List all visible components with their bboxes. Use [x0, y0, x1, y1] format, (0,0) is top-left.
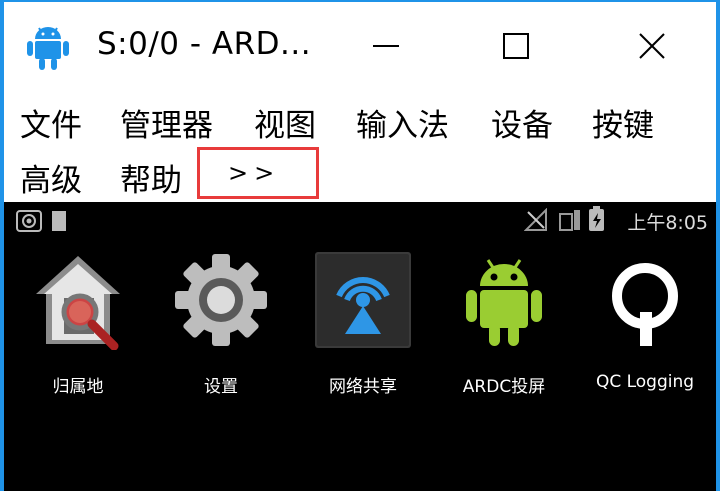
app-label-guishudi: 归属地	[52, 377, 104, 397]
house-magnifier-icon	[36, 256, 120, 351]
menu-file[interactable]: 文件	[20, 100, 82, 145]
app-label-tethering: 网络共享	[329, 377, 397, 397]
app-guishudi[interactable]: 归属地	[13, 250, 143, 397]
menu-bar: 文件 管理器 视图 输入法 设备 按键 高级 帮助 >>	[4, 92, 716, 202]
gear-icon	[175, 254, 267, 346]
app-tethering[interactable]: 网络共享	[298, 250, 428, 397]
menu-keys[interactable]: 按键	[592, 100, 654, 145]
signal-off-icon	[524, 208, 547, 231]
menu-more-button[interactable]: >>	[197, 147, 319, 199]
app-settings[interactable]: 设置	[156, 250, 286, 397]
close-button[interactable]	[622, 16, 682, 76]
menu-view[interactable]: 视图	[254, 100, 316, 145]
minimize-icon	[373, 45, 399, 47]
android-icon	[466, 259, 542, 346]
usb-debug-icon	[16, 210, 42, 232]
title-bar: S:0/0 - ARD...	[4, 2, 716, 92]
android-app-icon	[27, 27, 69, 70]
menu-manager[interactable]: 管理器	[120, 100, 213, 145]
app-label-settings: 设置	[204, 377, 238, 397]
window-title: S:0/0 - ARD...	[97, 26, 312, 62]
menu-help[interactable]: 帮助	[120, 155, 182, 200]
app-qc-logging[interactable]: QC Logging	[580, 250, 710, 392]
qc-logo-icon	[612, 263, 678, 346]
device-screen[interactable]: 上午8:05 归属地 设置 网络共享 ARDC投屏 QC Logging	[4, 202, 716, 491]
battery-icon	[589, 206, 604, 231]
sd-card-icon	[52, 211, 66, 231]
app-label-ardc: ARDC投屏	[462, 377, 546, 397]
maximize-icon	[503, 33, 529, 59]
minimize-button[interactable]	[356, 16, 416, 76]
menu-advanced[interactable]: 高级	[20, 155, 82, 200]
status-bar: 上午8:05	[4, 202, 716, 236]
app-ardc[interactable]: ARDC投屏	[439, 250, 569, 397]
menu-input-method[interactable]: 输入法	[356, 100, 449, 145]
sim-signal-icon	[559, 210, 580, 231]
status-time: 上午8:05	[627, 212, 708, 234]
app-window: S:0/0 - ARD... 文件 管理器 视图 输入法 设备 按键 高级 帮助…	[0, 0, 720, 491]
app-label-qc-logging: QC Logging	[595, 372, 695, 392]
menu-device[interactable]: 设备	[491, 100, 553, 145]
maximize-button[interactable]	[486, 16, 546, 76]
wifi-tether-icon	[315, 252, 411, 348]
close-icon	[639, 33, 665, 59]
